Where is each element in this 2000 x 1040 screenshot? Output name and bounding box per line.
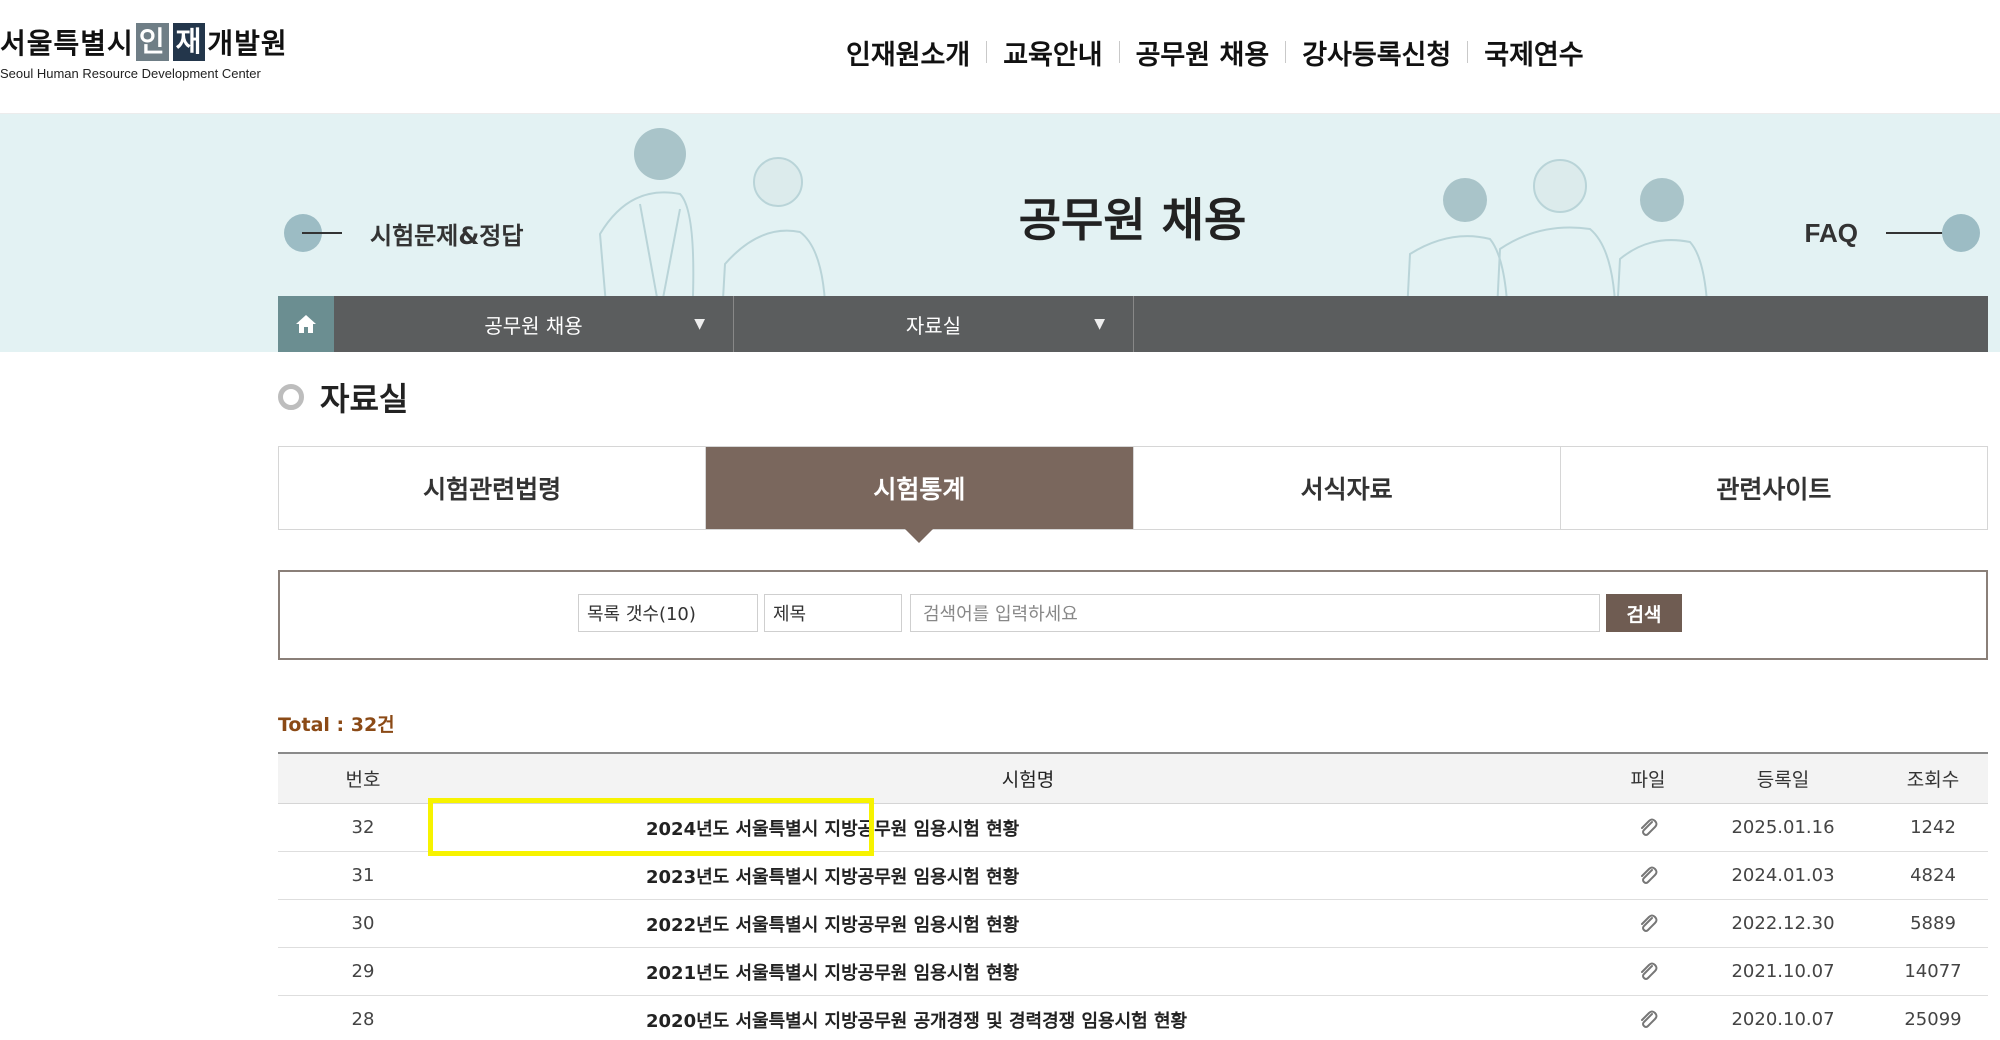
nav-education[interactable]: 교육안내: [987, 33, 1118, 72]
board-table: 번호 시험명 파일 등록일 조회수 32 2024년도 서울특별시 지방공무원 …: [278, 752, 1988, 1040]
header-file: 파일: [1630, 769, 1666, 791]
attachment-button[interactable]: [1608, 913, 1688, 935]
row-no: 28: [351, 1009, 375, 1030]
table-row: 28 2020년도 서울특별시 지방공무원 공개경쟁 및 경력경쟁 임용시험 현…: [278, 996, 1988, 1040]
site-header: 서울특별시 인 재 개발원 Seoul Human Resource Developm…: [0, 0, 2000, 114]
main-nav: 인재원소개 교육안내 공무원 채용 강사등록신청 국제연수: [830, 30, 1600, 74]
breadcrumb: 공무원 채용 ▼ 자료실 ▼: [278, 296, 1988, 352]
next-page-label: FAQ: [1804, 217, 1858, 248]
page-title: 자료실: [278, 374, 408, 420]
row-title-link[interactable]: 2023년도 서울특별시 지방공무원 임용시험 현황: [448, 863, 1608, 889]
search-field-select[interactable]: 제목: [764, 594, 902, 632]
prev-page-link[interactable]: 시험문제&정답: [284, 214, 523, 252]
row-no: 29: [351, 961, 375, 982]
row-no: 30: [351, 913, 375, 934]
attachment-button[interactable]: [1608, 817, 1688, 839]
table-row: 30 2022년도 서울특별시 지방공무원 임용시험 현황 2022.12.30…: [278, 900, 1988, 948]
header-date: 등록일: [1756, 769, 1810, 791]
logo-korean: 서울특별시 인 재 개발원: [0, 23, 288, 61]
paperclip-icon: [1641, 818, 1658, 836]
row-views: 1242: [1910, 817, 1956, 838]
attachment-button[interactable]: [1608, 865, 1688, 887]
nav-recruitment[interactable]: 공무원 채용: [1120, 33, 1286, 72]
tab-exam-statistics[interactable]: 시험통계: [706, 447, 1134, 543]
table-row: 31 2023년도 서울특별시 지방공무원 임용시험 현황 2024.01.03…: [278, 852, 1988, 900]
total-count: Total : 32건: [278, 714, 395, 736]
triangle-down-icon: ▼: [694, 316, 705, 332]
row-title-link[interactable]: 2021년도 서울특별시 지방공무원 임용시험 현황: [448, 959, 1608, 985]
table-header: 번호 시험명 파일 등록일 조회수: [278, 752, 1988, 804]
paperclip-icon: [1641, 1010, 1658, 1028]
row-date: 2025.01.16: [1731, 817, 1835, 838]
row-date: 2022.12.30: [1731, 913, 1835, 934]
circle-bullet-icon: [278, 384, 304, 410]
tab-exam-laws[interactable]: 시험관련법령: [279, 447, 707, 529]
row-views: 4824: [1910, 865, 1956, 886]
next-page-link[interactable]: FAQ: [1805, 214, 1980, 252]
tab-form-documents[interactable]: 서식자료: [1133, 447, 1561, 529]
paperclip-icon: [1641, 962, 1658, 980]
attachment-button[interactable]: [1608, 1009, 1688, 1031]
breadcrumb-level2-select[interactable]: 자료실 ▼: [734, 296, 1134, 352]
tab-related-sites[interactable]: 관련사이트: [1560, 447, 1987, 529]
row-no: 31: [351, 865, 375, 886]
table-row: 29 2021년도 서울특별시 지방공무원 임용시험 현황 2021.10.07…: [278, 948, 1988, 996]
paperclip-icon: [1641, 866, 1658, 884]
triangle-down-icon: ▼: [1094, 316, 1105, 332]
row-date: 2024.01.03: [1731, 865, 1835, 886]
logo-english: Seoul Human Resource Development Center: [0, 66, 261, 81]
row-date: 2021.10.07: [1731, 961, 1835, 982]
home-button[interactable]: [278, 296, 334, 352]
search-button[interactable]: 검색: [1606, 594, 1682, 632]
row-title-link[interactable]: 2024년도 서울특별시 지방공무원 임용시험 현황: [448, 815, 1608, 841]
header-views: 조회수: [1906, 769, 1960, 791]
category-tabs: 시험관련법령 시험통계 서식자료 관련사이트: [278, 446, 1988, 543]
breadcrumb-level1-select[interactable]: 공무원 채용 ▼: [334, 296, 734, 352]
home-icon: [296, 315, 316, 333]
row-views: 5889: [1910, 913, 1956, 934]
row-date: 2020.10.07: [1731, 1009, 1835, 1030]
row-title-link[interactable]: 2020년도 서울특별시 지방공무원 공개경쟁 및 경력경쟁 임용시험 현황: [448, 1007, 1608, 1033]
list-count-select[interactable]: 목록 갯수(10): [578, 594, 758, 632]
prev-page-label: 시험문제&정답: [370, 221, 524, 250]
arrow-line: [302, 232, 342, 234]
nav-instructor-registration[interactable]: 강사등록신청: [1286, 33, 1467, 72]
attachment-button[interactable]: [1608, 961, 1688, 983]
nav-about[interactable]: 인재원소개: [830, 33, 986, 72]
header-title: 시험명: [1001, 769, 1055, 791]
search-panel: 목록 갯수(10) 제목 검색어를 입력하세요 검색: [278, 570, 1988, 660]
search-input[interactable]: 검색어를 입력하세요: [910, 594, 1600, 632]
header-no: 번호: [345, 769, 381, 791]
paperclip-icon: [1641, 914, 1658, 932]
row-views: 14077: [1904, 961, 1962, 982]
arrow-right-icon: [1942, 214, 1980, 252]
row-title-link[interactable]: 2022년도 서울특별시 지방공무원 임용시험 현황: [448, 911, 1608, 937]
row-no: 32: [351, 817, 375, 838]
row-views: 25099: [1904, 1009, 1962, 1030]
site-logo[interactable]: 서울특별시 인 재 개발원 Seoul Human Resource Developm…: [0, 20, 290, 86]
nav-international-training[interactable]: 국제연수: [1468, 33, 1599, 72]
table-row: 32 2024년도 서울특별시 지방공무원 임용시험 현황 2025.01.16…: [278, 804, 1988, 852]
